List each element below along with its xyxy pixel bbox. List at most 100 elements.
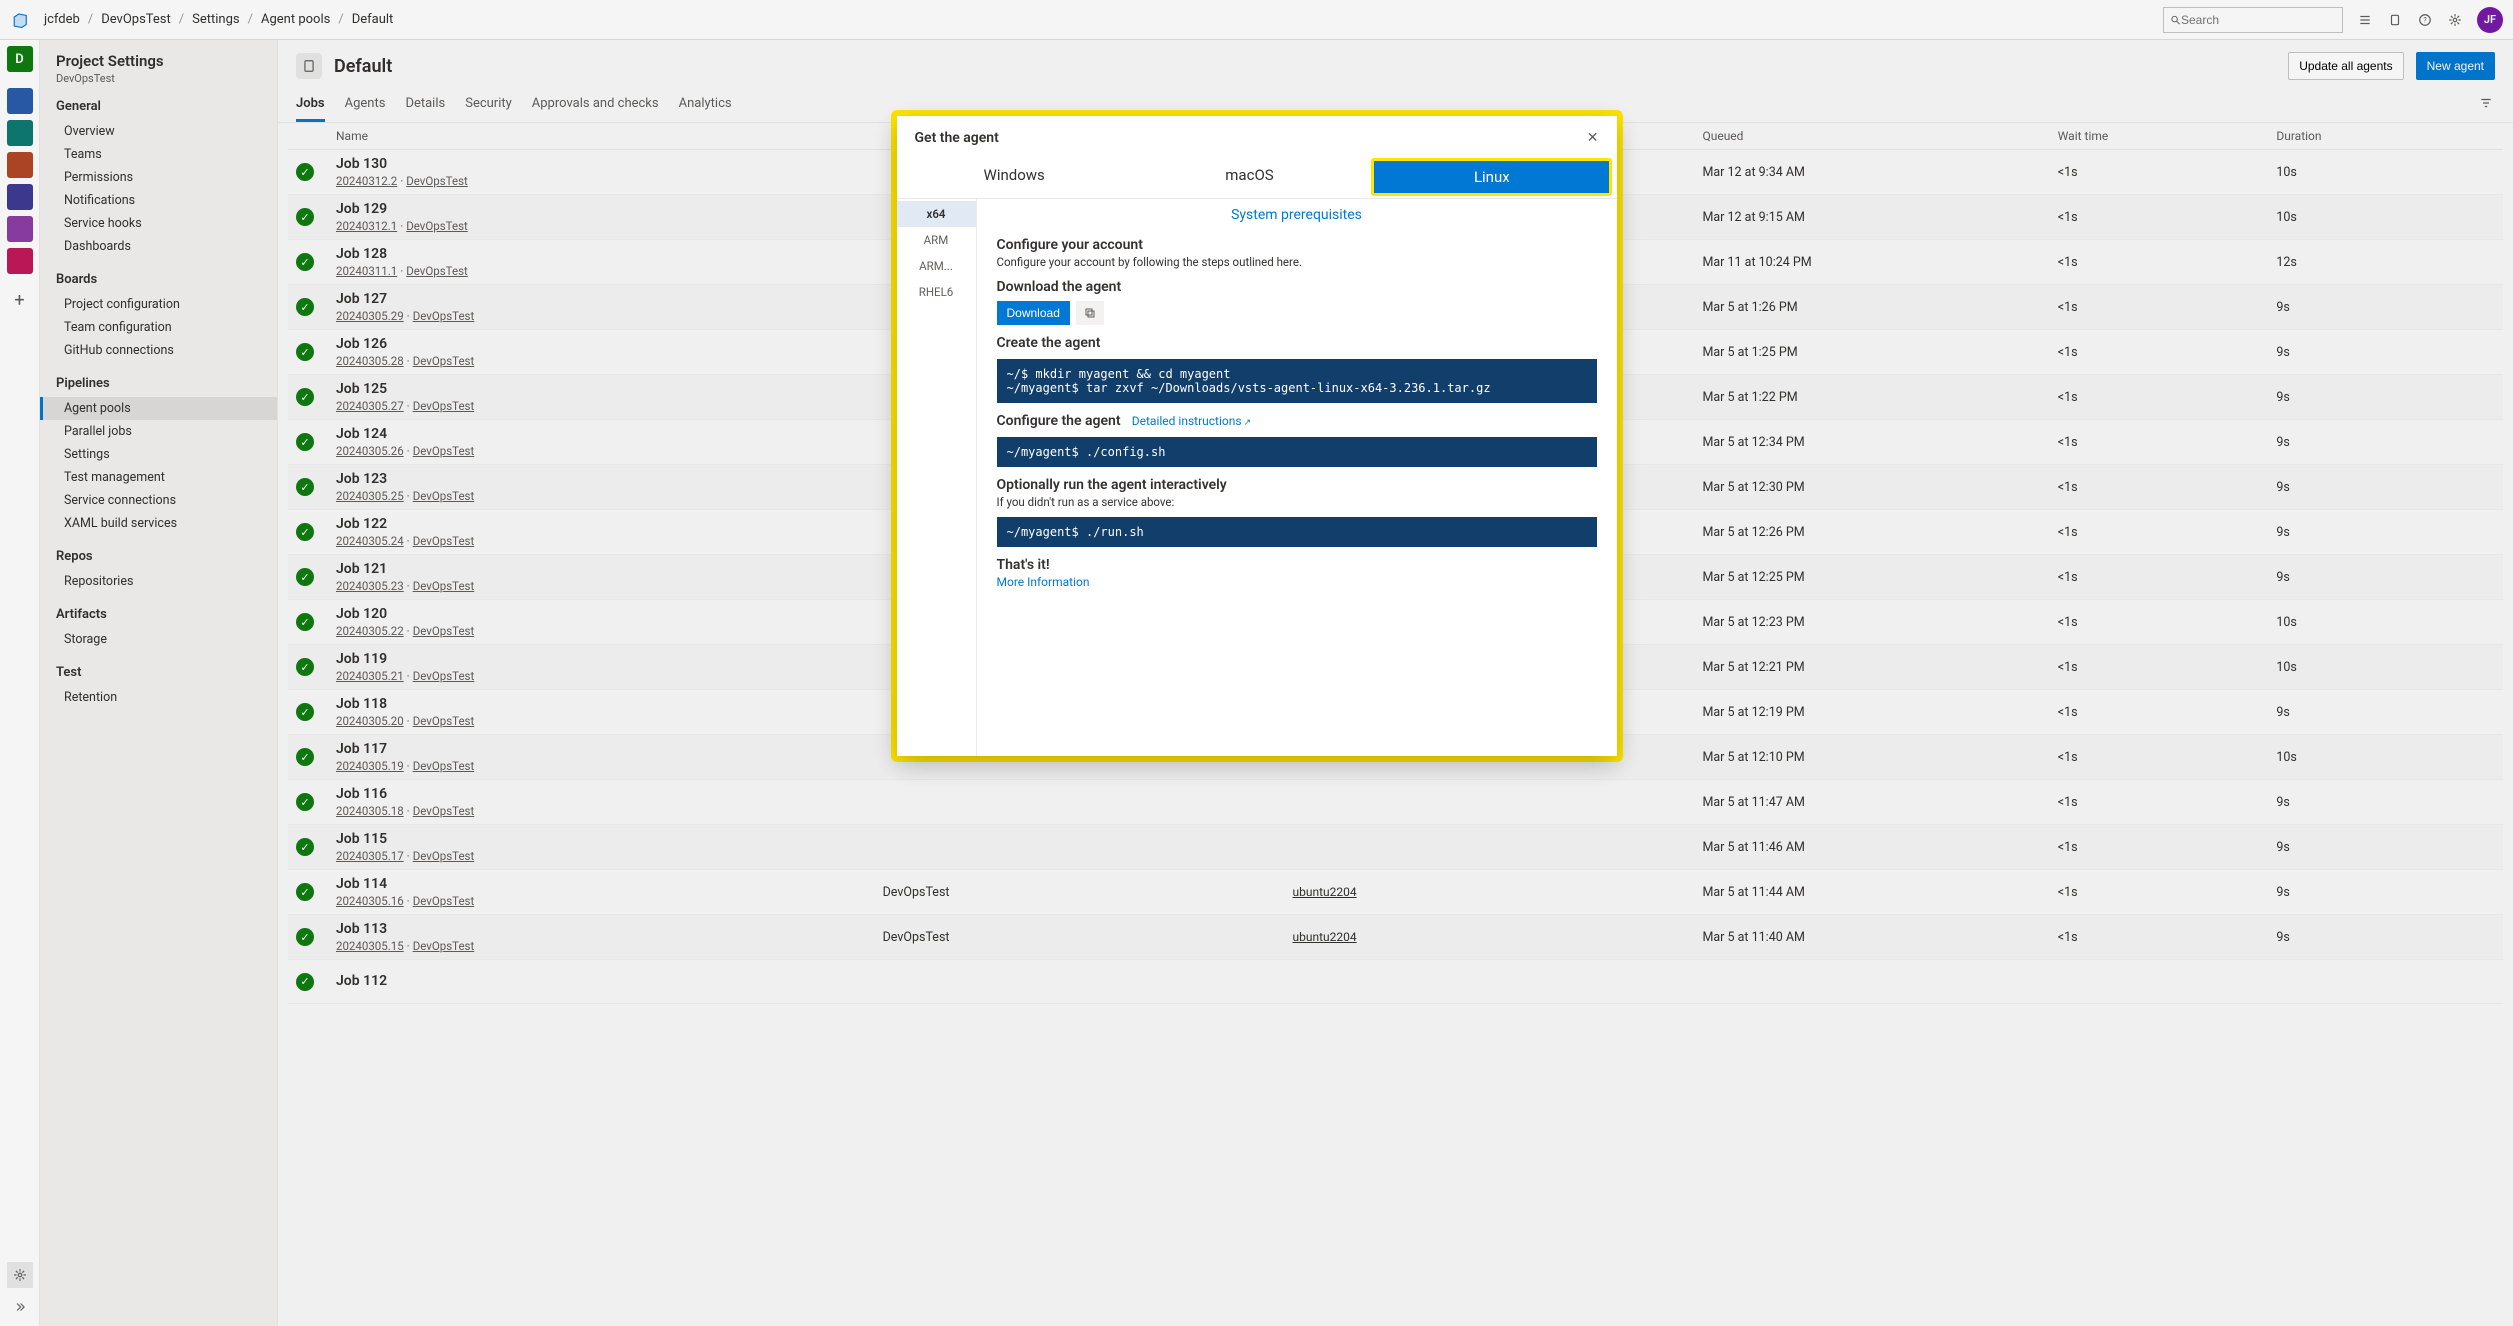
- breadcrumb-item[interactable]: jcfdeb: [44, 12, 80, 27]
- search-box[interactable]: [2163, 7, 2343, 33]
- job-agent[interactable]: ubuntu2204: [1293, 930, 1703, 944]
- table-row[interactable]: ✓Job 11420240305.16·DevOpsTestDevOpsTest…: [288, 870, 2503, 915]
- sidebar-item-service-hooks[interactable]: Service hooks: [40, 212, 277, 235]
- tab-approvals-and-checks[interactable]: Approvals and checks: [532, 90, 659, 122]
- search-input[interactable]: [2181, 13, 2336, 27]
- rail-project-icon[interactable]: [7, 152, 33, 178]
- breadcrumb-item[interactable]: DevOpsTest: [101, 12, 171, 27]
- arch-option[interactable]: ARM...: [897, 253, 976, 279]
- job-pipeline-link[interactable]: DevOpsTest: [413, 669, 475, 683]
- rail-project-icon[interactable]: [7, 184, 33, 210]
- os-tab-windows[interactable]: Windows: [897, 156, 1132, 198]
- sidebar-item-agent-pools[interactable]: Agent pools: [40, 397, 277, 420]
- sidebar-item-test-management[interactable]: Test management: [40, 466, 277, 489]
- configure-agent-code[interactable]: ~/myagent$ ./config.sh: [997, 437, 1597, 467]
- job-run-link[interactable]: 20240311.1: [336, 264, 397, 278]
- job-run-link[interactable]: 20240305.26: [336, 444, 404, 458]
- rail-project-icon[interactable]: [7, 88, 33, 114]
- job-run-link[interactable]: 20240305.24: [336, 534, 404, 548]
- sidebar-item-overview[interactable]: Overview: [40, 120, 277, 143]
- table-row[interactable]: ✓Job 112: [288, 960, 2503, 1004]
- rail-gear-icon[interactable]: [7, 1262, 33, 1288]
- sidebar-item-service-connections[interactable]: Service connections: [40, 489, 277, 512]
- filter-icon[interactable]: [2479, 96, 2495, 112]
- col-queued[interactable]: Queued: [1702, 129, 2057, 143]
- table-row[interactable]: ✓Job 11620240305.18·DevOpsTestMar 5 at 1…: [288, 780, 2503, 825]
- job-run-link[interactable]: 20240305.29: [336, 309, 404, 323]
- job-pipeline-link[interactable]: DevOpsTest: [406, 264, 468, 278]
- job-pipeline-link[interactable]: DevOpsTest: [413, 939, 475, 953]
- job-pipeline-link[interactable]: DevOpsTest: [413, 444, 475, 458]
- job-run-link[interactable]: 20240305.27: [336, 399, 404, 413]
- job-run-link[interactable]: 20240305.20: [336, 714, 404, 728]
- job-run-link[interactable]: 20240305.19: [336, 759, 404, 773]
- avatar[interactable]: JF: [2477, 7, 2503, 33]
- sidebar-item-parallel-jobs[interactable]: Parallel jobs: [40, 420, 277, 443]
- settings-icon[interactable]: [2447, 12, 2463, 28]
- sidebar-item-project-configuration[interactable]: Project configuration: [40, 293, 277, 316]
- marketplace-icon[interactable]: [2387, 12, 2403, 28]
- tab-security[interactable]: Security: [465, 90, 512, 122]
- arch-option[interactable]: x64: [897, 201, 976, 227]
- job-run-link[interactable]: 20240305.15: [336, 939, 404, 953]
- rail-collapse-icon[interactable]: [7, 1294, 33, 1320]
- azure-devops-logo[interactable]: [10, 9, 32, 31]
- job-pipeline-link[interactable]: DevOpsTest: [413, 399, 475, 413]
- sidebar-item-github-connections[interactable]: GitHub connections: [40, 339, 277, 362]
- run-agent-code[interactable]: ~/myagent$ ./run.sh: [997, 517, 1597, 547]
- job-run-link[interactable]: 20240305.23: [336, 579, 404, 593]
- job-pipeline-link[interactable]: DevOpsTest: [413, 894, 475, 908]
- detailed-instructions-link[interactable]: Detailed instructions↗: [1132, 414, 1251, 428]
- job-run-link[interactable]: 20240305.17: [336, 849, 404, 863]
- arch-option[interactable]: ARM: [897, 227, 976, 253]
- col-wait[interactable]: Wait time: [2058, 129, 2277, 143]
- col-name[interactable]: Name: [336, 129, 883, 143]
- job-run-link[interactable]: 20240305.16: [336, 894, 404, 908]
- job-agent[interactable]: ubuntu2204: [1293, 885, 1703, 899]
- job-pipeline-link[interactable]: DevOpsTest: [413, 804, 475, 818]
- job-run-link[interactable]: 20240312.2: [336, 174, 397, 188]
- rail-project-icon[interactable]: [7, 216, 33, 242]
- job-run-link[interactable]: 20240305.22: [336, 624, 404, 638]
- new-agent-button[interactable]: New agent: [2416, 52, 2495, 80]
- sidebar-item-permissions[interactable]: Permissions: [40, 166, 277, 189]
- job-pipeline-link[interactable]: DevOpsTest: [406, 174, 468, 188]
- breadcrumb-item[interactable]: Agent pools: [261, 12, 330, 27]
- tab-agents[interactable]: Agents: [345, 90, 386, 122]
- tab-details[interactable]: Details: [405, 90, 445, 122]
- job-run-link[interactable]: 20240305.18: [336, 804, 404, 818]
- sidebar-item-storage[interactable]: Storage: [40, 628, 277, 651]
- job-pipeline-link[interactable]: DevOpsTest: [413, 489, 475, 503]
- download-button[interactable]: Download: [997, 301, 1070, 325]
- job-run-link[interactable]: 20240305.25: [336, 489, 404, 503]
- rail-project-icon[interactable]: [7, 248, 33, 274]
- table-row[interactable]: ✓Job 11520240305.17·DevOpsTestMar 5 at 1…: [288, 825, 2503, 870]
- job-pipeline-link[interactable]: DevOpsTest: [413, 849, 475, 863]
- create-agent-code[interactable]: ~/$ mkdir myagent && cd myagent ~/myagen…: [997, 359, 1597, 403]
- help-icon[interactable]: ?: [2417, 12, 2433, 28]
- table-row[interactable]: ✓Job 11320240305.15·DevOpsTestDevOpsTest…: [288, 915, 2503, 960]
- system-prerequisites-link[interactable]: System prerequisites: [997, 203, 1597, 227]
- job-pipeline-link[interactable]: DevOpsTest: [413, 624, 475, 638]
- add-project-icon[interactable]: +: [10, 286, 28, 315]
- sidebar-item-retention[interactable]: Retention: [40, 686, 277, 709]
- sidebar-item-notifications[interactable]: Notifications: [40, 189, 277, 212]
- job-pipeline-link[interactable]: DevOpsTest: [413, 714, 475, 728]
- sidebar-item-repositories[interactable]: Repositories: [40, 570, 277, 593]
- tab-analytics[interactable]: Analytics: [679, 90, 732, 122]
- job-run-link[interactable]: 20240305.21: [336, 669, 404, 683]
- job-pipeline-link[interactable]: DevOpsTest: [413, 759, 475, 773]
- job-run-link[interactable]: 20240312.1: [336, 219, 397, 233]
- breadcrumb-item[interactable]: Default: [352, 12, 394, 27]
- tab-jobs[interactable]: Jobs: [296, 90, 325, 122]
- job-pipeline-link[interactable]: DevOpsTest: [413, 309, 475, 323]
- rail-project-icon[interactable]: [7, 120, 33, 146]
- sidebar-item-dashboards[interactable]: Dashboards: [40, 235, 277, 258]
- breadcrumb-item[interactable]: Settings: [192, 12, 239, 27]
- job-pipeline-link[interactable]: DevOpsTest: [413, 534, 475, 548]
- os-tab-macos[interactable]: macOS: [1132, 156, 1367, 198]
- list-icon[interactable]: [2357, 12, 2373, 28]
- close-icon[interactable]: ✕: [1587, 130, 1599, 146]
- sidebar-item-teams[interactable]: Teams: [40, 143, 277, 166]
- more-information-link[interactable]: More Information: [997, 575, 1090, 589]
